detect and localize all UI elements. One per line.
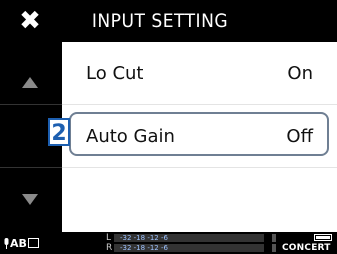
peak-indicator — [272, 234, 276, 242]
menu-item-label: Lo Cut — [86, 62, 144, 84]
level-meter-left: -32 -18 -12 -6 — [114, 234, 264, 242]
channel-r-label: R — [106, 243, 113, 253]
callout-badge: 2 — [48, 118, 70, 146]
meter-scale: -32 -18 -12 -6 — [120, 244, 168, 252]
scene-label: CONCERT — [282, 243, 331, 253]
status-bar: AB L R -32 -18 -12 -6 -32 -18 -12 -6 CON… — [0, 232, 337, 254]
menu-item-empty[interactable] — [62, 168, 337, 230]
menu-item-label: Auto Gain — [86, 125, 175, 147]
scroll-down-button[interactable] — [0, 184, 60, 214]
channel-l-label: L — [106, 233, 112, 243]
title-bar: ✖ INPUT SETTING — [0, 0, 337, 42]
divider — [0, 104, 62, 105]
input-mode-icon — [28, 238, 39, 248]
scroll-up-button[interactable] — [0, 67, 60, 97]
peak-indicator — [272, 244, 276, 252]
menu-item-value: Off — [286, 125, 313, 147]
page-title: INPUT SETTING — [91, 10, 229, 32]
arrow-up-icon — [22, 76, 38, 88]
arrow-down-icon — [22, 193, 38, 205]
meter-scale: -32 -18 -12 -6 — [120, 234, 168, 242]
menu-item-value: On — [287, 62, 313, 84]
close-icon: ✖ — [19, 6, 41, 36]
mic-icon — [4, 238, 9, 249]
menu-item-auto-gain[interactable]: Auto Gain Off — [62, 105, 337, 167]
level-meter-right: -32 -18 -12 -6 — [114, 244, 264, 252]
close-button[interactable]: ✖ — [0, 0, 60, 42]
divider — [0, 167, 62, 168]
menu-item-lo-cut[interactable]: Lo Cut On — [62, 42, 337, 104]
input-label: AB — [10, 237, 27, 250]
battery-icon — [314, 234, 332, 241]
channel-labels: L R — [106, 233, 112, 253]
settings-menu: Lo Cut On Auto Gain Off — [62, 42, 337, 232]
